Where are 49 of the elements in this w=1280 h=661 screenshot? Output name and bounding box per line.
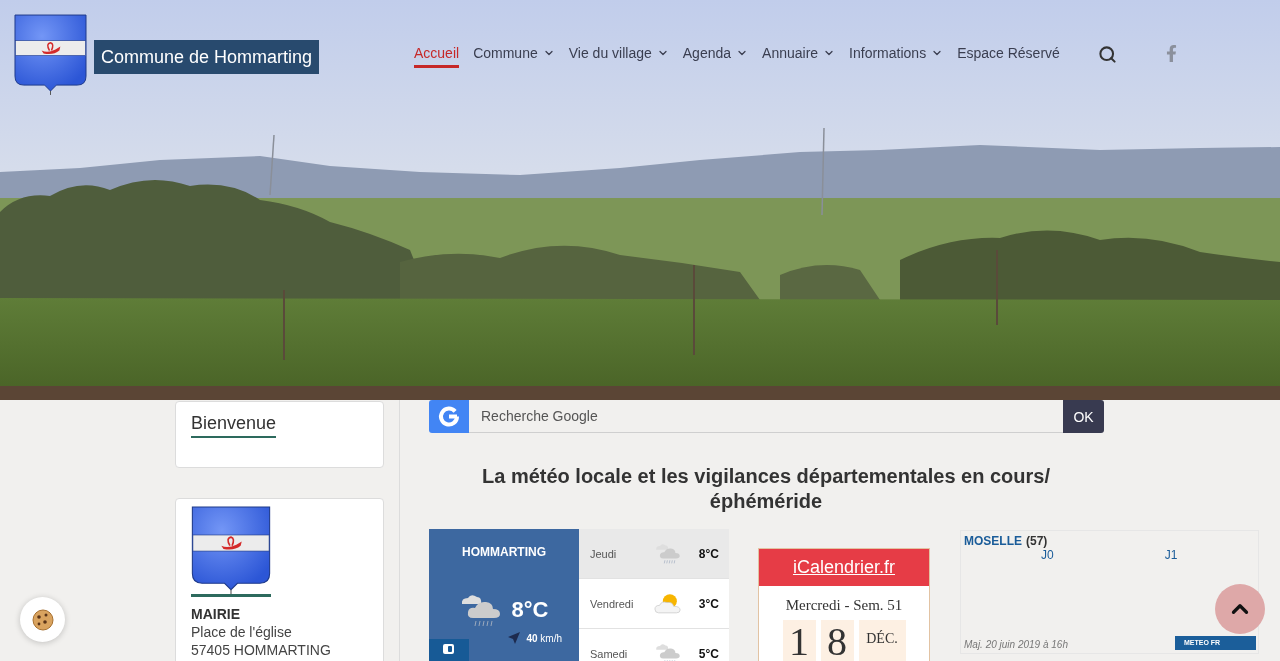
nav-link[interactable]: Agenda [682,44,749,68]
forecast-temperature: 8°C [698,546,719,561]
forecast-temperature: 3°C [698,596,719,611]
nav-link[interactable]: Accueil [414,44,460,68]
wind-speed: 40 km/h [526,632,562,644]
address-line: Place de l'église [191,623,293,641]
city-name: HOMMARTING [462,545,546,559]
forecast-row[interactable]: Jeudi 8°C [579,529,729,579]
meteo-logo-icon [429,639,469,661]
forecast-row[interactable]: Vendredi 3°C [579,579,729,629]
cloud-rain-icon [459,593,502,627]
nav-link[interactable]: Espace Réservé [957,44,1060,68]
date-digit: 1 [782,620,816,661]
update-date: Maj. 20 juin 2019 à 16h [964,639,1068,650]
forecast-temperature: 5°C [698,646,719,661]
current-temperature: 8°C [511,597,549,623]
day-name: Vendredi [590,597,635,610]
card-heading: Bienvenue [191,412,277,438]
section-title: La météo locale et les vigilances départementales en cours/ éphéméride [481,464,1051,514]
sun-cloud-icon [654,593,682,614]
day-column-label: J1 [1164,548,1178,562]
search-icon[interactable] [1097,45,1117,64]
weekday-week: Mercredi - Sem. 51 [784,596,904,614]
nav-link[interactable]: Commune [473,44,555,68]
date-digit: 8 [820,620,854,661]
day-name: Jeudi [590,547,618,560]
day-name: Samedi [590,647,629,660]
cookie-icon [31,608,54,631]
forecast-row[interactable]: Samedi 5°C [579,629,729,661]
cloud-rain-icon [654,543,682,564]
calendar-link[interactable]: iCalendrier.fr [792,557,895,578]
search-field[interactable]: Recherche Google [469,400,1063,433]
ok-button[interactable]: OK [1063,400,1104,433]
g-logo-icon [429,400,469,433]
department-name: MOSELLE [964,534,1022,548]
coat-of-arms-icon[interactable] [14,14,87,95]
nav-link[interactable]: Annuaire [762,44,836,68]
month-box: DÉC. [858,620,906,661]
site-title[interactable]: Commune de Hommarting [94,40,320,74]
cloud-rain-icon [654,643,682,661]
department-code: (57) [1026,534,1048,548]
nav-link[interactable]: Vie du village [568,44,669,68]
cookie-button[interactable] [20,597,65,642]
nav-link[interactable]: Informations [849,44,944,68]
address-title: MAIRIE [191,605,241,623]
day-column-label: J0 [1041,548,1054,562]
navigation-arrow-icon [508,632,521,644]
coat-of-arms-icon [191,506,271,594]
address-line: 57405 HOMMARTING [191,641,332,659]
